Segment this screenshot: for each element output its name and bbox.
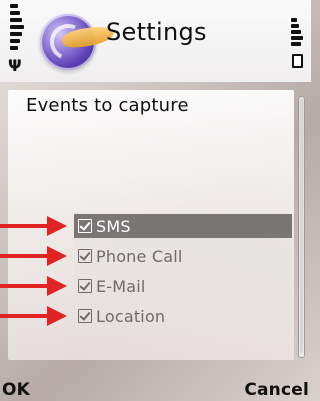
app-logo-icon	[40, 14, 115, 70]
checkbox-icon	[78, 249, 92, 263]
page-title: Settings	[106, 18, 207, 46]
checkbox-icon	[78, 279, 92, 293]
option-location[interactable]: Location	[74, 304, 292, 328]
annotation-arrow-icon	[0, 276, 67, 296]
annotation-arrow-icon	[0, 216, 67, 236]
option-label: Location	[96, 306, 166, 326]
scrollbar-thumb[interactable]	[300, 99, 303, 353]
option-phone-call[interactable]: Phone Call	[74, 244, 292, 268]
status-bar: Ψ Settings	[0, 0, 311, 82]
checkbox-icon	[78, 219, 92, 233]
battery-icon	[289, 18, 305, 74]
signal-strength-icon: Ψ	[6, 4, 24, 75]
option-label: E-Mail	[96, 276, 146, 296]
option-label: Phone Call	[96, 246, 183, 266]
cancel-softkey[interactable]: Cancel	[244, 380, 309, 400]
option-email[interactable]: E-Mail	[74, 274, 292, 298]
checkbox-icon	[78, 309, 92, 323]
annotation-arrow-icon	[0, 306, 67, 326]
phone-screen: Ψ Settings Events to capture SMS Phone C…	[0, 0, 311, 401]
section-heading: Events to capture	[26, 95, 189, 116]
scrollbar[interactable]	[298, 96, 305, 358]
option-label: SMS	[96, 216, 131, 236]
option-sms[interactable]: SMS	[74, 214, 292, 238]
annotation-arrow-icon	[0, 246, 67, 266]
ok-softkey[interactable]: OK	[2, 380, 30, 400]
